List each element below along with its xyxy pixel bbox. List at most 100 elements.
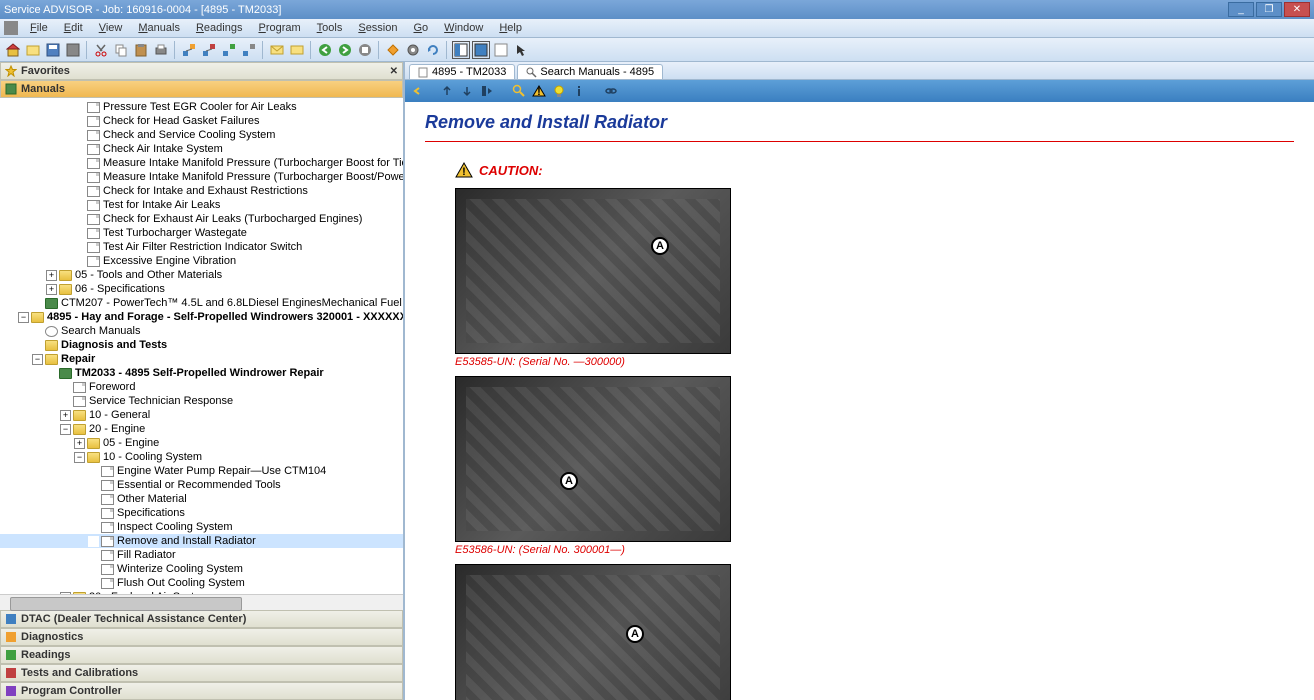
menu-manuals[interactable]: Manuals [130,22,188,34]
tree-node[interactable]: +06 - Specifications [0,282,403,296]
tb-forward-icon[interactable] [336,41,354,59]
rt-back-icon[interactable] [409,83,425,99]
menu-window[interactable]: Window [436,22,491,34]
pane-close-icon[interactable]: ✕ [390,66,398,77]
tree-container[interactable]: Pressure Test EGR Cooler for Air LeaksCh… [0,98,403,594]
tb-mail-icon[interactable] [268,41,286,59]
tb-connect3-icon[interactable] [220,41,238,59]
tree-node[interactable]: Check and Service Cooling System [0,128,403,142]
menu-help[interactable]: Help [491,22,530,34]
tb-paste-icon[interactable] [132,41,150,59]
tree-node[interactable]: +10 - General [0,408,403,422]
tab-manual[interactable]: 4895 - TM2033 [409,64,515,79]
tree-node[interactable]: Check for Intake and Exhaust Restriction… [0,184,403,198]
tree-node[interactable]: Remove and Install Radiator [0,534,403,548]
expander-icon[interactable]: − [32,354,43,365]
tb-refresh-icon[interactable] [424,41,442,59]
tb-view2-icon[interactable] [472,41,490,59]
accordion-readings[interactable]: Readings [0,646,403,664]
accordion-diagnostics[interactable]: Diagnostics [0,628,403,646]
tree-node[interactable]: Test for Intake Air Leaks [0,198,403,212]
tree-node[interactable]: Inspect Cooling System [0,520,403,534]
maximize-button[interactable]: ❐ [1256,2,1282,17]
tb-print-icon[interactable] [152,41,170,59]
menu-readings[interactable]: Readings [188,22,251,34]
tb-view3-icon[interactable] [492,41,510,59]
tree-node[interactable]: TM2033 - 4895 Self-Propelled Windrower R… [0,366,403,380]
tree-node[interactable]: Excessive Engine Vibration [0,254,403,268]
tb-save-icon[interactable] [44,41,62,59]
menu-file[interactable]: File [22,22,56,34]
tree-node[interactable]: Diagnosis and Tests [0,338,403,352]
tb-mail2-icon[interactable] [288,41,306,59]
tree-node[interactable]: Search Manuals [0,324,403,338]
expander-icon[interactable]: + [46,284,57,295]
rt-nav-icon[interactable] [479,83,495,99]
tb-connect4-icon[interactable] [240,41,258,59]
close-button[interactable]: ✕ [1284,2,1310,17]
tb-connect2-icon[interactable] [200,41,218,59]
tree-node[interactable]: Pressure Test EGR Cooler for Air Leaks [0,100,403,114]
minimize-button[interactable]: _ [1228,2,1254,17]
rt-down-icon[interactable] [459,83,475,99]
expander-icon[interactable]: − [60,424,71,435]
tb-cursor-icon[interactable] [512,41,530,59]
menu-program[interactable]: Program [250,22,308,34]
tree-node[interactable]: Measure Intake Manifold Pressure (Turboc… [0,170,403,184]
tab-search[interactable]: Search Manuals - 4895 [517,64,663,79]
tb-gear-icon[interactable] [404,41,422,59]
tb-diamond-icon[interactable] [384,41,402,59]
rt-info-icon[interactable] [571,83,587,99]
tree-node[interactable]: Flush Out Cooling System [0,576,403,590]
tb-disk-icon[interactable] [64,41,82,59]
expander-icon[interactable]: + [46,270,57,281]
tb-open-icon[interactable] [24,41,42,59]
tree-node[interactable]: −20 - Engine [0,422,403,436]
tree-node[interactable]: Check Air Intake System [0,142,403,156]
tree-node[interactable]: Check for Exhaust Air Leaks (Turbocharge… [0,212,403,226]
rt-find-icon[interactable] [511,83,527,99]
tb-view1-icon[interactable] [452,41,470,59]
tb-back-icon[interactable] [316,41,334,59]
menu-view[interactable]: View [91,22,131,34]
horizontal-scrollbar[interactable] [0,594,403,610]
accordion-program-controller[interactable]: Program Controller [0,682,403,700]
tree-node[interactable]: −10 - Cooling System [0,450,403,464]
favorites-header[interactable]: Favorites ✕ [0,62,403,80]
accordion-tests-and-calibrations[interactable]: Tests and Calibrations [0,664,403,682]
menu-edit[interactable]: Edit [56,22,91,34]
rt-idea-icon[interactable] [551,83,567,99]
tree-node[interactable]: +05 - Engine [0,436,403,450]
tree-node[interactable]: Test Air Filter Restriction Indicator Sw… [0,240,403,254]
tree-node[interactable]: CTM207 - PowerTech™ 4.5L and 6.8LDiesel … [0,296,403,310]
tree-node[interactable]: Check for Head Gasket Failures [0,114,403,128]
expander-icon[interactable]: + [60,410,71,421]
tree-node[interactable]: Foreword [0,380,403,394]
tb-home-icon[interactable] [4,41,22,59]
expander-icon[interactable]: − [74,452,85,463]
rt-up-icon[interactable] [439,83,455,99]
tb-stop-icon[interactable] [356,41,374,59]
content-area[interactable]: Remove and Install Radiator ! CAUTION: A… [405,102,1314,700]
accordion-dtac-dealer-technical-assistance-center-[interactable]: DTAC (Dealer Technical Assistance Center… [0,610,403,628]
tree-node[interactable]: Measure Intake Manifold Pressure (Turboc… [0,156,403,170]
rt-warning-icon[interactable]: ! [531,83,547,99]
expander-icon[interactable]: − [18,312,29,323]
tree-node[interactable]: Other Material [0,492,403,506]
tb-cut-icon[interactable] [92,41,110,59]
tb-copy-icon[interactable] [112,41,130,59]
tree-node[interactable]: Specifications [0,506,403,520]
tb-connect1-icon[interactable] [180,41,198,59]
expander-icon[interactable]: + [74,438,85,449]
tree-node[interactable]: Fill Radiator [0,548,403,562]
tree-node[interactable]: −4895 - Hay and Forage - Self-Propelled … [0,310,403,324]
rt-link-icon[interactable] [603,83,619,99]
menu-go[interactable]: Go [405,22,436,34]
menu-tools[interactable]: Tools [309,22,351,34]
tree-node[interactable]: −Repair [0,352,403,366]
tree-node[interactable]: Engine Water Pump Repair—Use CTM104 [0,464,403,478]
tree-node[interactable]: Test Turbocharger Wastegate [0,226,403,240]
manuals-header[interactable]: Manuals [0,80,403,98]
tree-node[interactable]: Essential or Recommended Tools [0,478,403,492]
menu-session[interactable]: Session [350,22,405,34]
